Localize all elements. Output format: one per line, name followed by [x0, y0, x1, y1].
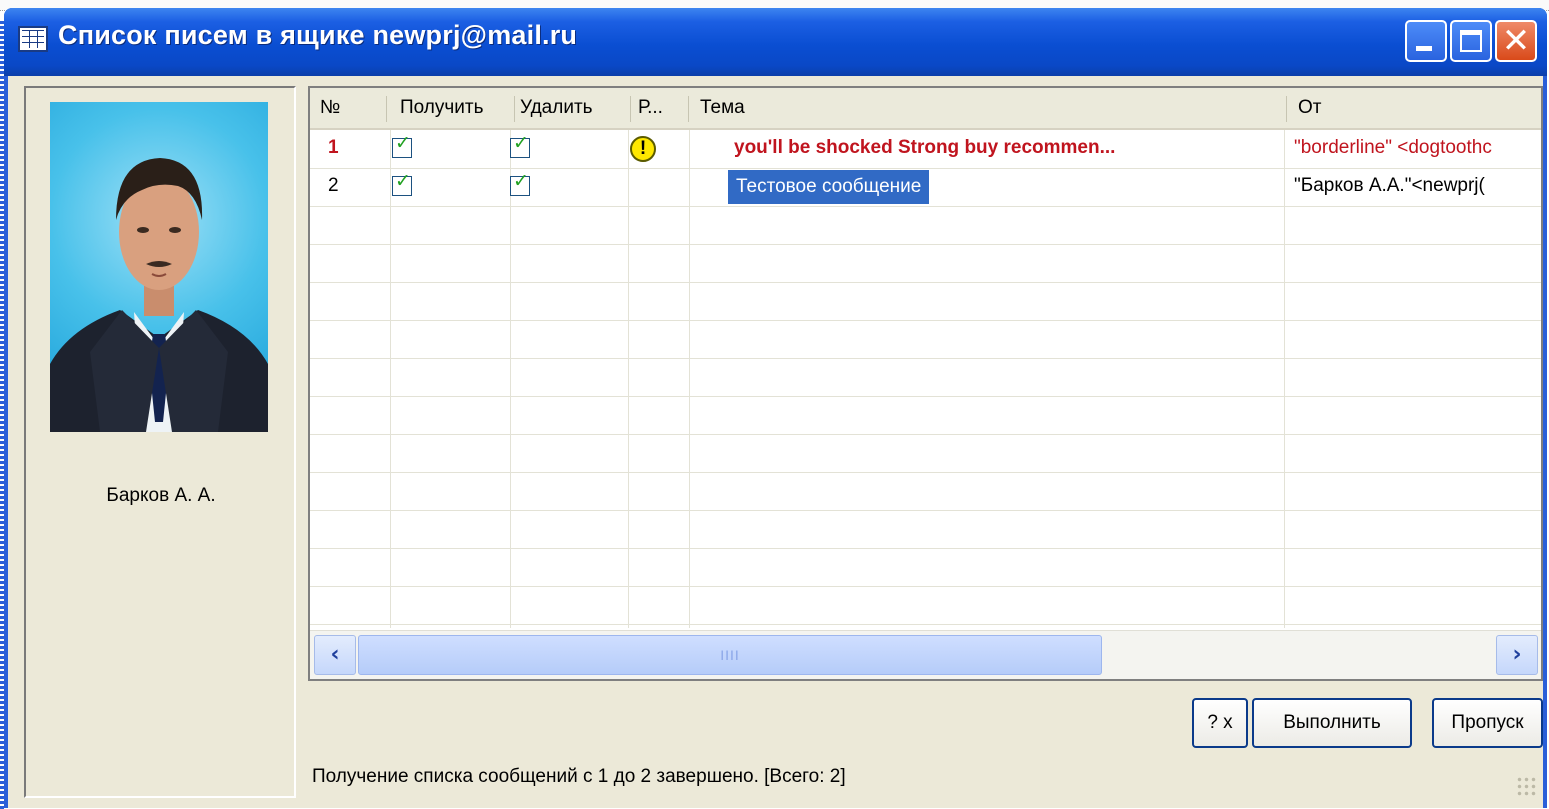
column-header-number[interactable]: №: [314, 88, 386, 128]
mail-list-window: Список писем в ящике newprj@mail.ru ✕ Ба…: [4, 8, 1547, 808]
row-1-number[interactable]: 1: [328, 130, 378, 166]
scroll-left-button[interactable]: ‹: [314, 635, 356, 675]
grid-line: [310, 244, 1541, 245]
column-header-from[interactable]: От: [1292, 88, 1541, 128]
help-button[interactable]: ? x: [1192, 698, 1248, 748]
column-divider[interactable]: [688, 96, 689, 122]
row-1-from[interactable]: "borderline" <dogtoothc: [1294, 130, 1541, 166]
grid-line: [310, 510, 1541, 511]
minimize-icon: [1416, 46, 1432, 51]
row-1-receive-checkbox[interactable]: ✓: [392, 132, 412, 158]
portrait-photo: [50, 102, 268, 432]
sender-panel: Барков А. А.: [24, 86, 296, 798]
status-text: Получение списка сообщений с 1 до 2 заве…: [312, 766, 846, 787]
horizontal-scrollbar[interactable]: ‹ IIII ›: [310, 630, 1541, 679]
row-1-subject[interactable]: you'll be shocked Strong buy recommen...: [734, 130, 1280, 166]
table-icon[interactable]: [18, 26, 48, 52]
portrait-image: [50, 158, 268, 432]
grid-line: [310, 358, 1541, 359]
window-client-area: Барков А. А. № Получить Удалить Р... Тем…: [8, 76, 1543, 808]
execute-button[interactable]: Выполнить: [1252, 698, 1412, 748]
column-header-delete[interactable]: Удалить: [514, 88, 630, 128]
row-2-delete-checkbox[interactable]: ✓: [510, 170, 530, 196]
grid-line: [390, 130, 391, 628]
grid-line: [628, 130, 629, 628]
chevron-right-icon: ›: [1512, 642, 1522, 667]
window-title: Список писем в ящике newprj@mail.ru: [58, 20, 578, 50]
minimize-button[interactable]: [1405, 20, 1447, 62]
grid-line: [310, 396, 1541, 397]
resize-grip-icon[interactable]: [1516, 776, 1538, 798]
grid-line: [310, 282, 1541, 283]
chevron-left-icon: ‹: [330, 642, 340, 667]
column-divider[interactable]: [630, 96, 631, 122]
grid-line: [310, 624, 1541, 625]
title-bar[interactable]: Список писем в ящике newprj@mail.ru ✕: [4, 8, 1547, 76]
scroll-right-button[interactable]: ›: [1496, 635, 1538, 675]
grid-line: [310, 586, 1541, 587]
grid-line: [310, 548, 1541, 549]
close-icon: ✕: [1501, 21, 1531, 61]
grid-line: [310, 472, 1541, 473]
grid-line: [510, 130, 511, 628]
grid-line: [310, 434, 1541, 435]
scrollbar-thumb[interactable]: IIII: [358, 635, 1102, 675]
column-header-receive[interactable]: Получить: [394, 88, 514, 128]
status-bar: Получение списка сообщений с 1 до 2 заве…: [308, 762, 1543, 802]
skip-button[interactable]: Пропуск: [1432, 698, 1543, 748]
messages-grid[interactable]: № Получить Удалить Р... Тема От 1 ✓ ✓ ! …: [308, 86, 1543, 681]
column-header-priority[interactable]: Р...: [632, 88, 688, 128]
column-header-subject[interactable]: Тема: [694, 88, 1274, 128]
grid-line: [310, 320, 1541, 321]
row-2-subject[interactable]: Тестовое сообщение: [728, 170, 930, 204]
sender-name: Барков А. А.: [106, 485, 216, 506]
row-2-from[interactable]: "Барков А.А."<newprj(: [1294, 168, 1541, 204]
row-2-receive-checkbox[interactable]: ✓: [392, 170, 412, 196]
row-2-number[interactable]: 2: [328, 168, 378, 204]
maximize-button[interactable]: [1450, 20, 1492, 62]
close-button[interactable]: ✕: [1495, 20, 1537, 62]
grid-header: № Получить Удалить Р... Тема От: [310, 88, 1541, 130]
column-divider[interactable]: [1286, 96, 1287, 122]
grid-line: [310, 206, 1541, 207]
maximize-icon: [1460, 30, 1482, 52]
grid-line: [689, 130, 690, 628]
column-divider[interactable]: [386, 96, 387, 122]
grid-line: [1284, 130, 1285, 628]
row-1-delete-checkbox[interactable]: ✓: [510, 132, 530, 158]
row-1-priority-icon: !: [630, 136, 656, 162]
